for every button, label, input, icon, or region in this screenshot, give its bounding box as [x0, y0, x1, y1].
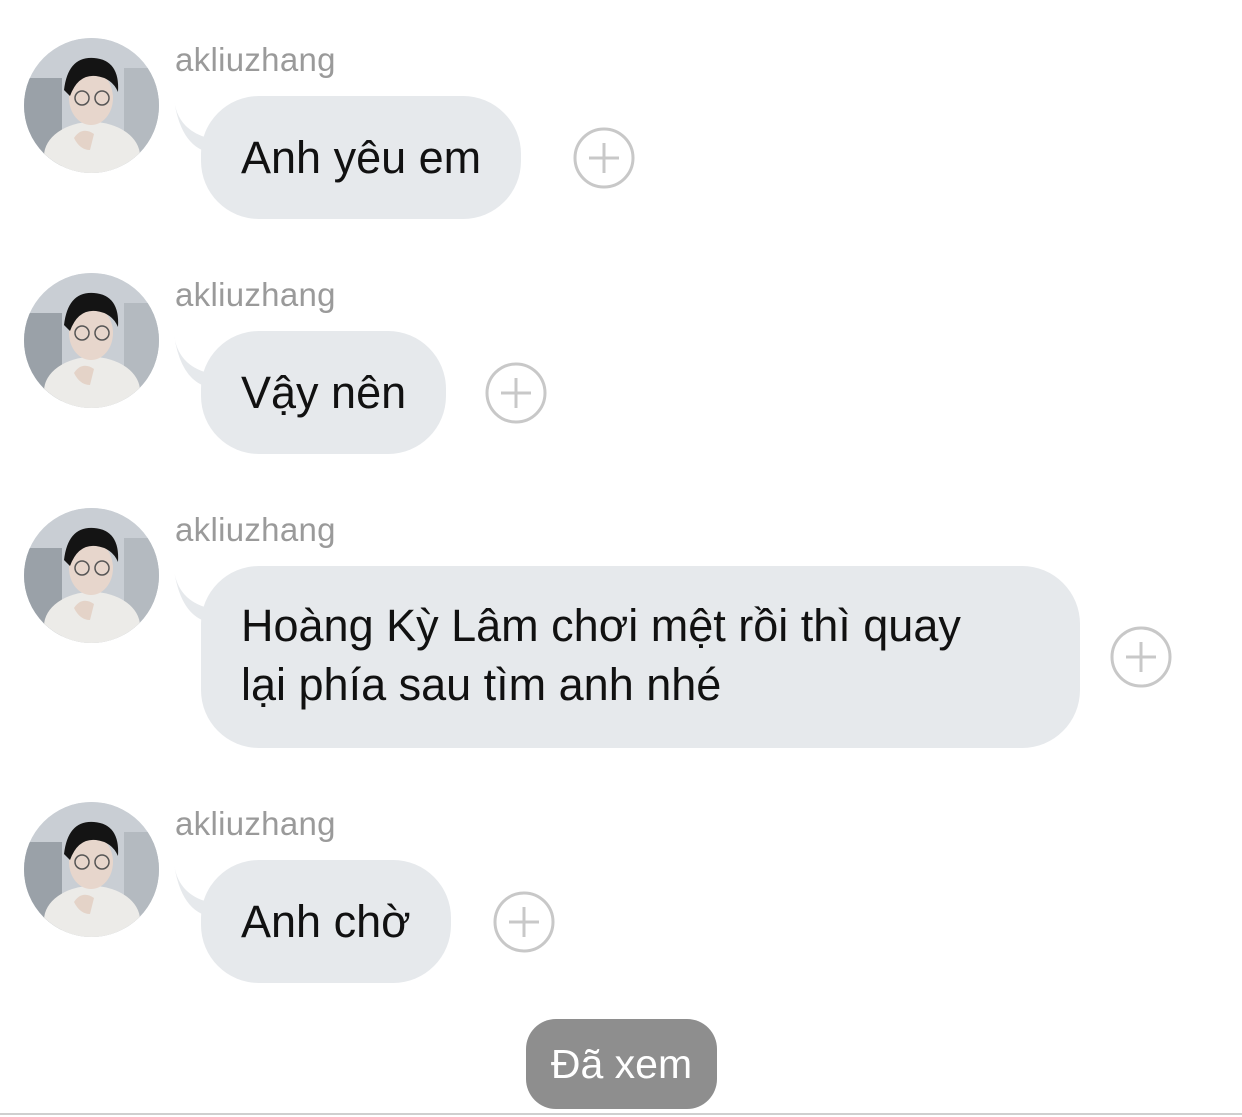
chat-thread: akliuzhang Anh yêu em akliuzhang Vậy nên… [0, 0, 1242, 1117]
seen-status-badge: Đã xem [526, 1019, 717, 1109]
sender-name: akliuzhang [175, 41, 336, 78]
avatar-photo [24, 38, 159, 173]
message-bubble[interactable]: Vậy nên [201, 331, 447, 454]
message-bubble[interactable]: Anh yêu em [201, 96, 522, 219]
add-reaction-icon[interactable] [493, 891, 555, 953]
message-text: Anh yêu em [241, 132, 482, 183]
add-reaction-icon[interactable] [1110, 626, 1172, 688]
avatar[interactable] [24, 273, 159, 408]
divider [0, 1113, 1242, 1115]
message-text-line: lại phía sau tìm anh nhé [241, 659, 722, 710]
sender-name: akliuzhang [175, 276, 336, 313]
avatar[interactable] [24, 38, 159, 173]
message-text: Vậy nên [241, 367, 407, 418]
avatar-photo [24, 273, 159, 408]
message-bubble[interactable]: Anh chờ [201, 860, 451, 983]
sender-name: akliuzhang [175, 805, 336, 842]
message-bubble[interactable]: Hoàng Kỳ Lâm chơi mệt rồi thì quay lại p… [201, 566, 1080, 748]
avatar-photo [24, 508, 159, 643]
message-text: Anh chờ [241, 896, 411, 947]
avatar[interactable] [24, 508, 159, 643]
message-text-line: Hoàng Kỳ Lâm chơi mệt rồi thì quay [241, 600, 961, 651]
sender-name: akliuzhang [175, 511, 336, 548]
avatar-photo [24, 802, 159, 937]
avatar[interactable] [24, 802, 159, 937]
add-reaction-icon[interactable] [573, 127, 635, 189]
add-reaction-icon[interactable] [485, 362, 547, 424]
